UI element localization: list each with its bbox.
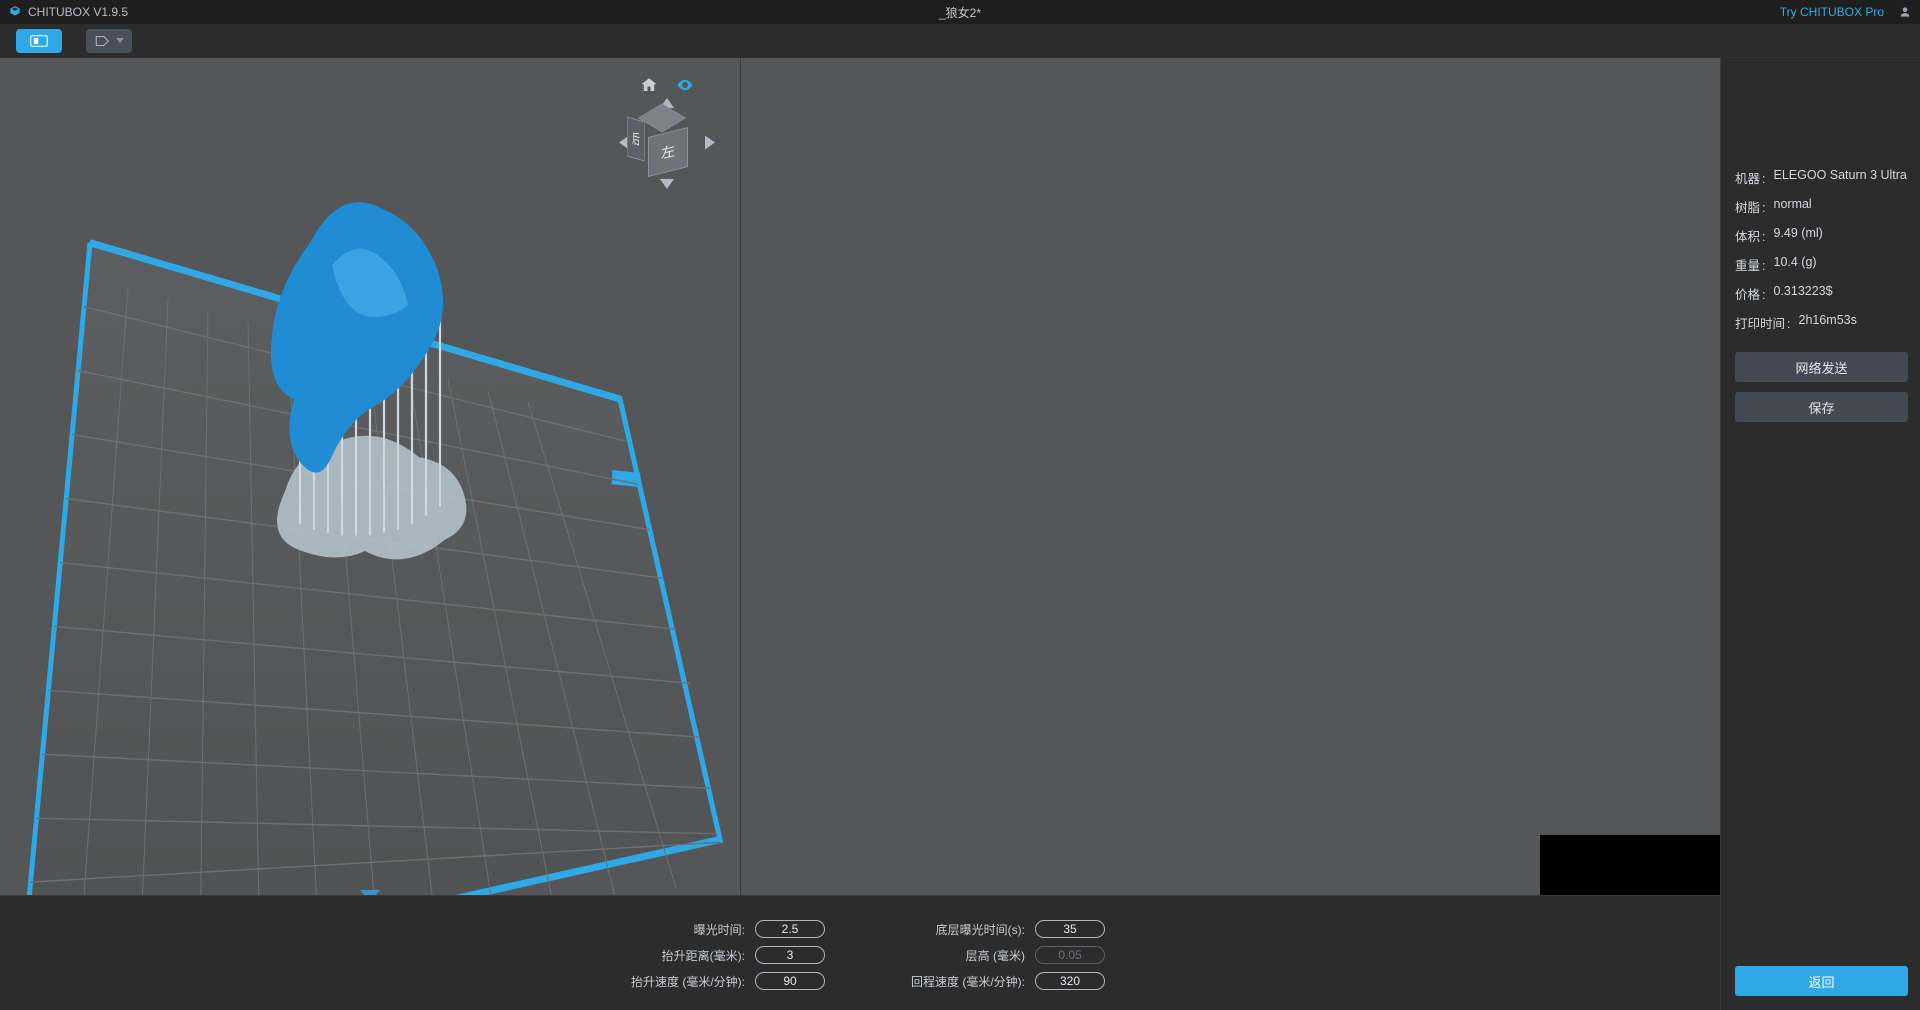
arrow-down-icon[interactable] — [660, 177, 674, 192]
info-label: 重量 — [1735, 255, 1766, 274]
view-cube[interactable]: 后 左 — [645, 122, 689, 166]
info-label: 机器 — [1735, 168, 1766, 187]
layer-height-label: 层高 (毫米) — [885, 947, 1035, 964]
cube-face-front[interactable]: 左 — [648, 127, 688, 177]
cube-face-side[interactable]: 后 — [627, 116, 645, 161]
app-name: CHITUBOX V1.9.5 — [28, 5, 128, 19]
info-label: 打印时间 — [1735, 313, 1791, 332]
eye-icon[interactable] — [676, 76, 694, 94]
viewport-3d[interactable]: 后 左 — [0, 58, 740, 1010]
info-machine: 机器 ELEGOO Saturn 3 Ultra — [1735, 168, 1908, 187]
main-area: 后 左 985 — [0, 58, 1920, 1010]
info-value: normal — [1774, 197, 1812, 216]
retract-speed-input[interactable]: 320 — [1035, 972, 1105, 990]
try-pro-link[interactable]: Try CHITUBOX Pro — [1780, 5, 1884, 19]
save-button[interactable]: 保存 — [1735, 392, 1908, 422]
exposure-time-label: 曝光时间: — [615, 921, 755, 938]
app-icon — [8, 5, 22, 19]
bottom-exposure-label: 底层曝光时间(s): — [885, 921, 1035, 938]
info-value: 10.4 (g) — [1774, 255, 1817, 274]
info-print-time: 打印时间 2h16m53s — [1735, 313, 1908, 332]
orientation-gizmo[interactable]: 后 左 — [612, 76, 722, 216]
back-button[interactable]: 返回 — [1735, 966, 1908, 996]
title-bar: CHITUBOX V1.9.5 _狼女2* Try CHITUBOX Pro — [0, 0, 1920, 24]
layer-height-input: 0.05 — [1035, 946, 1105, 964]
info-price: 价格 0.313223$ — [1735, 284, 1908, 303]
info-value: 9.49 (ml) — [1774, 226, 1823, 245]
bottom-exposure-input[interactable]: 35 — [1035, 920, 1105, 938]
document-title: _狼女2* — [939, 4, 981, 21]
lift-distance-input[interactable]: 3 — [755, 946, 825, 964]
exposure-time-input[interactable]: 2.5 — [755, 920, 825, 938]
info-resin: 树脂 normal — [1735, 197, 1908, 216]
home-icon[interactable] — [640, 76, 658, 94]
info-label: 体积 — [1735, 226, 1766, 245]
info-value: 0.313223$ — [1774, 284, 1833, 303]
user-icon[interactable] — [1898, 5, 1912, 19]
info-value: 2h16m53s — [1799, 313, 1857, 332]
info-volume: 体积 9.49 (ml) — [1735, 226, 1908, 245]
chevron-down-icon — [116, 38, 124, 43]
retract-speed-label: 回程速度 (毫米/分钟): — [885, 973, 1035, 990]
arrow-right-icon[interactable] — [705, 136, 715, 153]
info-sidebar: 机器 ELEGOO Saturn 3 Ultra 树脂 normal 体积 9.… — [1720, 58, 1920, 1010]
info-label: 价格 — [1735, 284, 1766, 303]
info-weight: 重量 10.4 (g) — [1735, 255, 1908, 274]
network-send-button[interactable]: 网络发送 — [1735, 352, 1908, 382]
lift-speed-label: 抬升速度 (毫米/分钟): — [615, 973, 755, 990]
mode-slice-button[interactable] — [86, 29, 132, 53]
settings-panel: 曝光时间: 2.5 底层曝光时间(s): 35 抬升距离(毫米): 3 层高 (… — [0, 895, 1720, 1010]
mode-toolbar — [0, 24, 1920, 58]
lift-speed-input[interactable]: 90 — [755, 972, 825, 990]
info-label: 树脂 — [1735, 197, 1766, 216]
mode-prepare-button[interactable] — [16, 29, 62, 53]
lift-distance-label: 抬升距离(毫米): — [615, 947, 755, 964]
info-value: ELEGOO Saturn 3 Ultra — [1774, 168, 1907, 187]
